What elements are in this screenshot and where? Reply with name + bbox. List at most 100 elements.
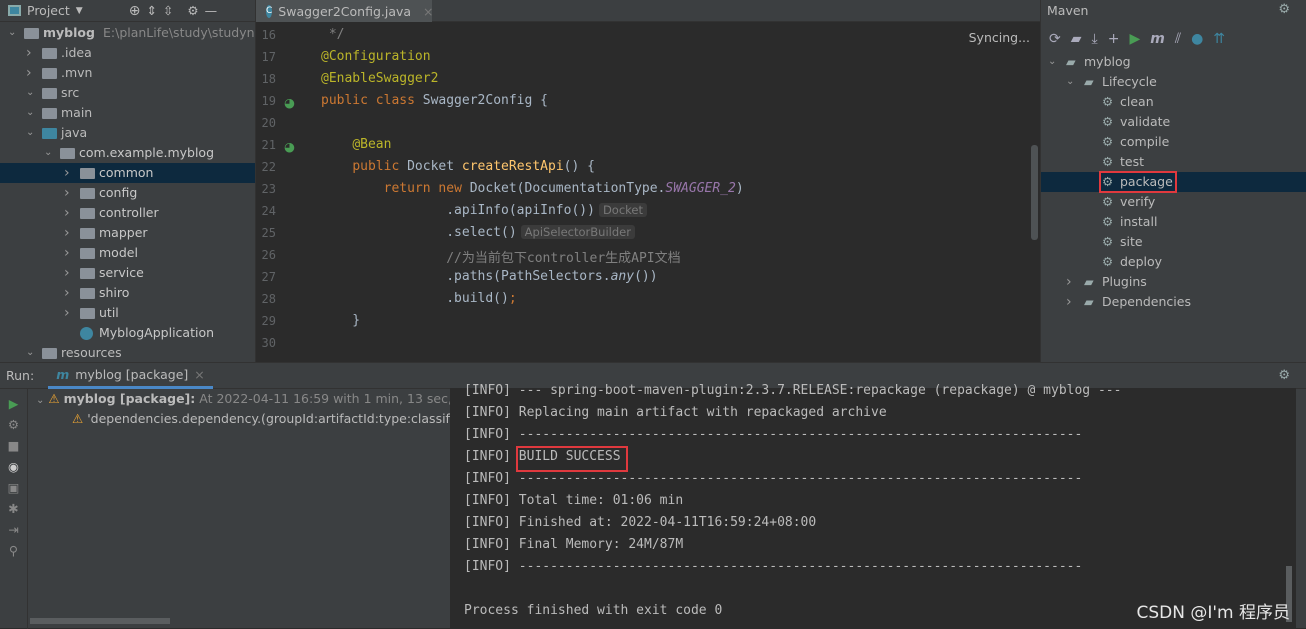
chevron-right-icon[interactable]: › — [64, 263, 74, 283]
tree-item[interactable]: › config — [0, 183, 255, 203]
chevron-right-icon[interactable]: › — [1066, 292, 1076, 312]
chevron-right-icon[interactable]: › — [64, 283, 74, 303]
maven-item-install[interactable]: ⚙ install — [1041, 212, 1306, 232]
maven-item-compile[interactable]: ⚙ compile — [1041, 132, 1306, 152]
maven-item-verify[interactable]: ⚙ verify — [1041, 192, 1306, 212]
code-line[interactable]: */ — [321, 27, 345, 42]
chevron-down-icon[interactable]: ⌄ — [8, 23, 18, 43]
chevron-right-icon[interactable]: › — [64, 183, 74, 203]
tree-item[interactable]: ⌄ myblog E:\planLife\study\studynotes — [0, 23, 281, 43]
tree-item[interactable]: › service — [0, 263, 255, 283]
code-line[interactable]: .apiInfo(apiInfo()) Docket — [321, 203, 647, 218]
dropdown-icon[interactable]: ▼ — [76, 6, 83, 16]
run-label: Run: — [6, 368, 35, 383]
console-output[interactable]: [INFO] --- spring-boot-maven-plugin:2.3.… — [450, 383, 1296, 628]
tree-item[interactable]: › .mvn — [0, 63, 255, 83]
maven-item-myblog[interactable]: ⌄ ▰ myblog — [1041, 52, 1306, 72]
tree-item[interactable]: › util — [0, 303, 255, 323]
maven-item-test[interactable]: ⚙ test — [1041, 152, 1306, 172]
gear-icon[interactable]: ⚙ — [1278, 2, 1290, 17]
run-tab[interactable]: m myblog [package] × — [48, 363, 213, 389]
gear-icon[interactable]: ⚙ — [1278, 368, 1290, 383]
maven-item-deploy[interactable]: ⚙ deploy — [1041, 252, 1306, 272]
run-icon[interactable]: ▶ — [1129, 31, 1140, 47]
chevron-down-icon[interactable]: ⌄ — [26, 103, 36, 123]
camera-icon[interactable]: ▣ — [0, 477, 27, 498]
pin-icon[interactable]: ⚲ — [0, 540, 27, 561]
tree-item[interactable]: › common — [0, 163, 255, 183]
chevron-down-icon[interactable]: ⌄ — [1048, 52, 1058, 72]
tree-item[interactable]: › .idea — [0, 43, 255, 63]
close-icon[interactable]: × — [194, 367, 204, 382]
code-line[interactable]: @EnableSwagger2 — [321, 71, 438, 86]
chevron-down-icon[interactable]: ⌄ — [44, 143, 54, 163]
bean-gutter-icon[interactable]: ◕ — [284, 139, 295, 154]
editor-scrollbar[interactable] — [1031, 145, 1038, 240]
project-title[interactable]: Project — [27, 3, 70, 18]
run-tree-warning[interactable]: ⚠ 'dependencies.dependency.(groupId:arti… — [72, 411, 450, 426]
tree-item[interactable]: › shiro — [0, 283, 255, 303]
eye-icon[interactable]: ◉ — [0, 456, 27, 477]
reload-icon[interactable]: ⟳ — [1049, 31, 1061, 47]
offline-icon[interactable]: ● — [1191, 31, 1203, 47]
exit-icon[interactable]: ⇥ — [0, 519, 27, 540]
chevron-right-icon[interactable]: › — [64, 163, 74, 183]
code-line[interactable]: return new Docket(DocumentationType.SWAG… — [321, 181, 744, 196]
chevron-right-icon[interactable]: › — [26, 63, 36, 83]
code-line[interactable]: @Configuration — [321, 49, 431, 64]
tree-item[interactable]: ⌄ main — [0, 103, 255, 123]
maven-item-plugins[interactable]: › ▰ Plugins — [1041, 272, 1306, 292]
tab-swagger2config[interactable]: C Swagger2Config.java × — [256, 0, 434, 22]
chevron-down-icon[interactable]: ⌄ — [26, 123, 36, 143]
toggle-icon[interactable]: ⚙ — [0, 414, 27, 435]
tree-item[interactable]: ⌄ src — [0, 83, 255, 103]
maven-goal-icon[interactable]: m — [1150, 31, 1165, 47]
tree-item[interactable]: › controller — [0, 203, 255, 223]
maven-item-validate[interactable]: ⚙ validate — [1041, 112, 1306, 132]
code-line[interactable]: } — [321, 313, 360, 328]
collapse-all-icon[interactable]: ⇳ — [163, 3, 173, 18]
bug-icon[interactable]: ✱ — [0, 498, 27, 519]
chevron-right-icon[interactable]: › — [1066, 272, 1076, 292]
download-icon[interactable]: ⤓ — [1092, 31, 1098, 47]
chevron-right-icon[interactable]: › — [64, 223, 74, 243]
add-icon[interactable]: + — [1108, 31, 1120, 47]
gear-icon[interactable]: ⚙ — [187, 3, 198, 18]
run-tree-root[interactable]: ⌄ ⚠ myblog [package]: At 2022-04-11 16:5… — [36, 391, 502, 406]
code-line[interactable]: .build(); — [321, 291, 516, 306]
chevron-down-icon[interactable]: ⌄ — [26, 83, 36, 103]
tree-item[interactable]: ⌄ com.example.myblog — [0, 143, 255, 163]
bean-gutter-icon[interactable]: ◕ — [284, 95, 295, 110]
locate-icon[interactable]: ⊕ — [129, 3, 141, 19]
rerun-icon[interactable]: ▶ — [0, 393, 27, 414]
chevron-down-icon[interactable]: ⌄ — [26, 343, 36, 363]
generate-sources-icon[interactable]: ▰ — [1071, 31, 1082, 47]
maven-item-lifecycle[interactable]: ⌄ ▰ Lifecycle — [1041, 72, 1306, 92]
skip-tests-icon[interactable]: ⫽ — [1175, 31, 1181, 47]
code-line[interactable]: .paths(PathSelectors.any()) — [321, 269, 657, 284]
code-line[interactable]: //为当前包下controller生成API文档 — [321, 247, 680, 266]
show-deps-icon[interactable]: ⇈ — [1213, 31, 1225, 47]
tree-item[interactable]: ⌄ resources — [0, 343, 255, 363]
tree-item[interactable]: › model — [0, 243, 255, 263]
expand-all-icon[interactable]: ⇕ — [146, 3, 156, 18]
minimize-icon[interactable]: — — [205, 3, 218, 18]
maven-item-dependencies[interactable]: › ▰ Dependencies — [1041, 292, 1306, 312]
tree-item[interactable]: ⌄ java — [0, 123, 255, 143]
maven-item-clean[interactable]: ⚙ clean — [1041, 92, 1306, 112]
close-icon[interactable]: × — [423, 4, 433, 19]
chevron-down-icon[interactable]: ⌄ — [1066, 72, 1076, 92]
code-line[interactable]: @Bean — [321, 137, 391, 152]
code-line[interactable]: public class Swagger2Config { — [321, 93, 548, 108]
tree-item[interactable]: MyblogApplication — [0, 323, 255, 343]
chevron-right-icon[interactable]: › — [64, 243, 74, 263]
code-line[interactable]: public Docket createRestApi() { — [321, 159, 595, 174]
chevron-right-icon[interactable]: › — [26, 43, 36, 63]
run-tree-hscroll[interactable] — [30, 618, 170, 624]
chevron-right-icon[interactable]: › — [64, 303, 74, 323]
stop-icon[interactable]: ■ — [0, 435, 27, 456]
maven-item-site[interactable]: ⚙ site — [1041, 232, 1306, 252]
code-line[interactable]: .select() ApiSelectorBuilder — [321, 225, 635, 240]
tree-item[interactable]: › mapper — [0, 223, 255, 243]
chevron-right-icon[interactable]: › — [64, 203, 74, 223]
